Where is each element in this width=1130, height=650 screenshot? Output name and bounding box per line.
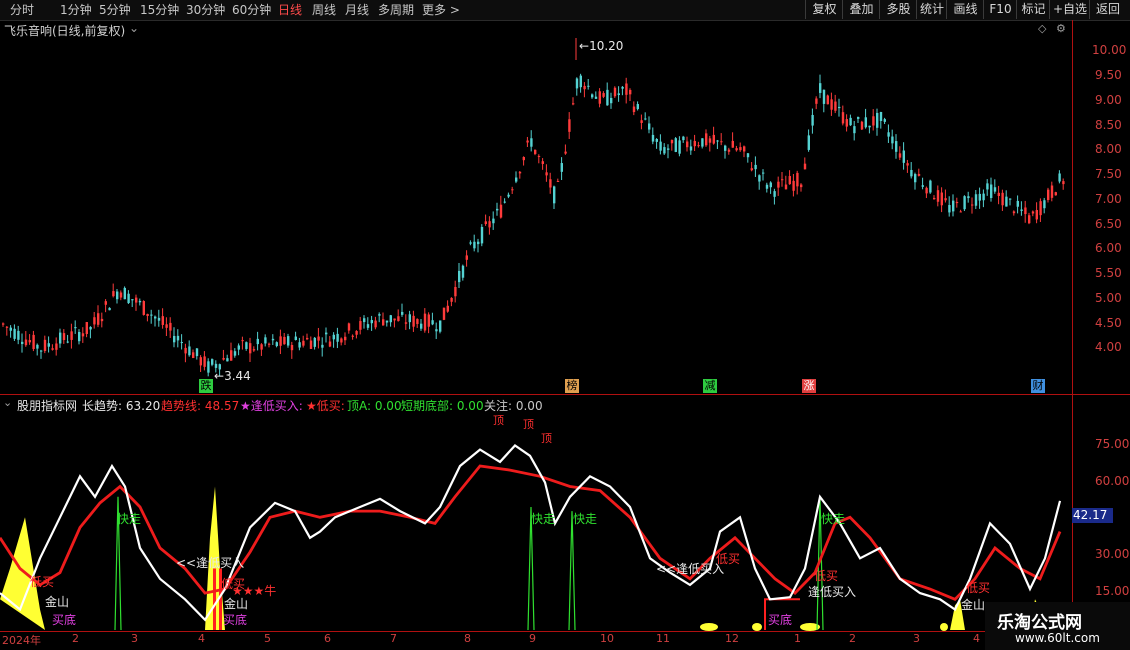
gold-mountain-annotation: 金山 <box>961 598 986 612</box>
price-tick: 5.50 <box>1095 266 1122 280</box>
buy-bar <box>213 568 216 630</box>
bottom-hump <box>940 623 948 631</box>
bottom-buy-annotation: 买底 <box>223 613 248 627</box>
bottom-buy-annotation: 买底 <box>52 613 77 627</box>
month-label: 2 <box>849 632 856 645</box>
month-label: 12 <box>725 632 739 645</box>
exit-annotation: 快走 <box>821 512 846 526</box>
month-label: 2024年 <box>2 634 41 647</box>
price-tick: 10.00 <box>1092 43 1127 57</box>
exit-annotation: 快走 <box>531 512 556 526</box>
month-label: 9 <box>529 632 536 645</box>
month-label: 3 <box>131 632 138 645</box>
top-annotation: 顶 <box>493 414 504 427</box>
month-label: 11 <box>656 632 670 645</box>
gold-mountain-annotation: 金山 <box>224 597 249 611</box>
watermark-title: 乐淘公式网 <box>997 613 1082 633</box>
month-label: 2 <box>72 632 79 645</box>
low-buy-annotation: 低买 <box>814 569 839 583</box>
price-tick: 9.50 <box>1095 68 1122 82</box>
back-button[interactable]: 返回 <box>1089 0 1126 19</box>
indicator-chart <box>0 444 1062 631</box>
price-tick: 4.50 <box>1095 316 1122 330</box>
price-tick: 7.50 <box>1095 167 1122 181</box>
bottom-buy-annotation: 买底 <box>768 613 793 627</box>
watermark-logo: 乐淘公式网 www.60lt.com <box>985 602 1130 650</box>
month-label: 7 <box>390 632 397 645</box>
top-annotation: 顶 <box>541 432 552 445</box>
exit-annotation: 快走 <box>117 512 142 526</box>
exit-spike <box>568 511 576 631</box>
low-buy-annotation: 低买 <box>716 552 741 566</box>
buy-dip-annotation: <<逢低买入 <box>656 562 725 576</box>
price-tick: 8.00 <box>1095 142 1122 156</box>
indicator-tick: 30.00 <box>1095 547 1130 561</box>
price-tick: 6.50 <box>1095 217 1122 231</box>
month-label: 5 <box>264 632 271 645</box>
bottom-hump <box>752 623 762 631</box>
gold-mountain-annotation: 金山 <box>45 595 70 609</box>
price-tick: 9.00 <box>1095 93 1122 107</box>
buy-dip-annotation: <<逢低买入 <box>176 556 245 570</box>
current-value-badge: 42.17 <box>1072 508 1113 523</box>
exit-annotation: 快走 <box>573 512 598 526</box>
price-tick: 5.00 <box>1095 291 1122 305</box>
month-label: 1 <box>794 632 801 645</box>
price-tick: 4.00 <box>1095 340 1122 354</box>
month-label: 10 <box>600 632 614 645</box>
low-buy-annotation: 低买 <box>966 581 991 595</box>
month-label: 8 <box>464 632 471 645</box>
buy-dip-annotation: 逢低买入 <box>808 585 857 599</box>
top-annotation: 顶 <box>523 418 534 431</box>
low-buy-annotation: 低买 <box>30 575 55 589</box>
indicator-tick: 60.00 <box>1095 474 1130 488</box>
month-label: 4 <box>198 632 205 645</box>
price-tick: 7.00 <box>1095 192 1122 206</box>
month-label: 6 <box>324 632 331 645</box>
month-label: 4 <box>973 632 980 645</box>
bottom-hump <box>700 623 718 631</box>
month-label: 3 <box>913 632 920 645</box>
price-tick: 8.50 <box>1095 118 1122 132</box>
price-tick: 6.00 <box>1095 241 1122 255</box>
watermark-url: www.60lt.com <box>1015 631 1100 645</box>
indicator-tick: 15.00 <box>1095 584 1130 598</box>
axis-divider <box>1072 20 1073 632</box>
indicator-tick: 75.00 <box>1095 437 1130 451</box>
